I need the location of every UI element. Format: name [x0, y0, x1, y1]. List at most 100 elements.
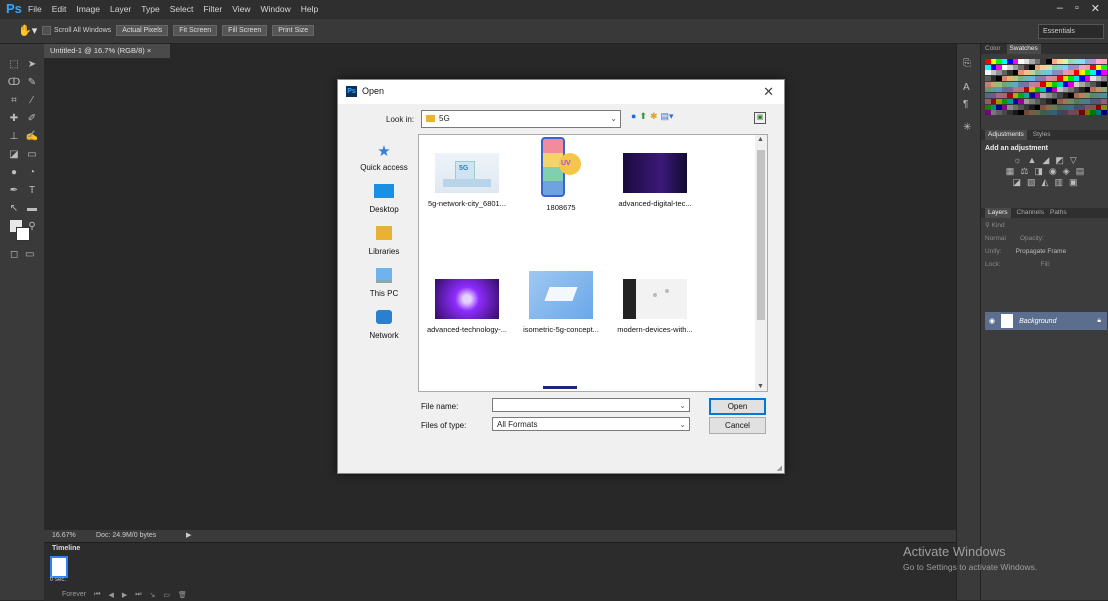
tab-color[interactable]: Color [985, 44, 1001, 54]
new-folder-icon[interactable]: ✱ [650, 111, 658, 122]
place-libraries[interactable]: Libraries [348, 226, 420, 256]
gradient-tool-icon[interactable]: ▭ [25, 148, 39, 162]
tab-paths[interactable]: Paths [1050, 208, 1067, 218]
minimize-button[interactable]: – [1057, 2, 1063, 15]
move-tool-icon[interactable]: ➤ [25, 58, 39, 72]
file-item[interactable]: advanced-digital-tec... [609, 153, 701, 208]
blend-mode-select[interactable]: Normal [985, 235, 1006, 242]
scroll-down-icon[interactable]: ▼ [757, 383, 764, 390]
brush-panel-icon[interactable]: ✳ [963, 122, 971, 133]
place-desktop[interactable]: Desktop [348, 184, 420, 214]
tab-styles[interactable]: Styles [1033, 130, 1051, 140]
quick-mask-icon[interactable]: ◻ [10, 249, 18, 260]
history-brush-tool-icon[interactable]: ✍ [25, 130, 39, 144]
scrollbar-thumb[interactable] [757, 150, 765, 320]
path-select-tool-icon[interactable]: ↖ [7, 202, 21, 216]
shape-tool-icon[interactable]: ▬ [25, 202, 39, 216]
tab-adjustments[interactable]: Adjustments [985, 130, 1027, 140]
pen-tool-icon[interactable]: ✒ [7, 184, 21, 198]
propagate-frame-checkbox[interactable]: Propagate Frame [1016, 248, 1067, 255]
eye-icon[interactable]: ◉ [989, 317, 995, 325]
posterize-icon[interactable]: ▧ [1027, 177, 1036, 188]
kind-select[interactable]: Kind [992, 222, 1005, 229]
fill-screen-button[interactable]: Fill Screen [222, 25, 268, 36]
cancel-button[interactable]: Cancel [709, 417, 766, 434]
tween-icon[interactable]: ↘ [150, 591, 156, 599]
up-folder-icon[interactable]: ⬆ [639, 111, 647, 122]
workspace-selector[interactable]: Essentials [1038, 24, 1104, 39]
actual-pixels-button[interactable]: Actual Pixels [116, 25, 169, 36]
crop-tool-icon[interactable]: ⌗ [7, 94, 21, 108]
history-panel-icon[interactable]: ⎘ [963, 58, 971, 69]
menu-image[interactable]: Image [76, 4, 100, 14]
healing-tool-icon[interactable]: ✚ [7, 112, 21, 126]
file-item[interactable]: isometric-5g-concept... [515, 271, 607, 334]
duplicate-frame-icon[interactable]: ▭ [163, 591, 170, 599]
swatch[interactable] [1101, 98, 1107, 104]
preview-toggle-icon[interactable]: ▣ [754, 112, 766, 124]
layer-name[interactable]: Background [1019, 318, 1056, 325]
swatch-grid[interactable] [985, 59, 1107, 116]
lasso-tool-icon[interactable]: ↀ [7, 76, 21, 90]
document-tab[interactable]: Untitled-1 @ 16.7% (RGB/8) × [44, 44, 170, 58]
brightness-icon[interactable]: ☼ [1013, 155, 1021, 166]
stamp-tool-icon[interactable]: ⊥ [7, 130, 21, 144]
prev-frame-icon[interactable]: ◀ [108, 591, 113, 599]
resize-grip-icon[interactable]: ◢ [777, 464, 782, 472]
tab-layers[interactable]: Layers [985, 208, 1011, 218]
place-this-pc[interactable]: This PC [348, 268, 420, 298]
scroll-all-windows-checkbox[interactable]: Scroll All Windows [42, 26, 111, 35]
type-tool-icon[interactable]: T [25, 184, 39, 198]
hue-icon[interactable]: ▦ [1006, 166, 1015, 177]
dodge-tool-icon[interactable]: ◔ [25, 166, 39, 180]
swatch[interactable] [1101, 64, 1107, 70]
swatch[interactable] [1101, 70, 1107, 76]
fit-screen-button[interactable]: Fit Screen [173, 25, 218, 36]
screen-mode-icon[interactable]: ▭ [25, 249, 34, 260]
tab-channels[interactable]: Channels [1017, 208, 1044, 218]
blur-tool-icon[interactable]: ● [7, 166, 21, 180]
menu-view[interactable]: View [232, 4, 250, 14]
menu-edit[interactable]: Edit [52, 4, 67, 14]
swatch[interactable] [1101, 59, 1107, 64]
timeline-frame[interactable] [50, 556, 68, 578]
eraser-tool-icon[interactable]: ◪ [7, 148, 21, 162]
chevron-down-icon[interactable]: ⌄ [679, 399, 686, 413]
tab-swatches[interactable]: Swatches [1006, 44, 1041, 54]
file-list-scrollbar[interactable]: ▲ ▼ [755, 134, 768, 392]
look-in-select[interactable]: 5G ⌄ [421, 110, 621, 128]
menu-select[interactable]: Select [170, 4, 194, 14]
scroll-up-icon[interactable]: ▲ [757, 136, 764, 143]
menu-filter[interactable]: Filter [203, 4, 222, 14]
first-frame-icon[interactable]: ⏮ [94, 591, 100, 599]
eyedropper-tool-icon[interactable]: ⁄ [25, 94, 39, 108]
swatch[interactable] [1101, 76, 1107, 82]
paragraph-panel-icon[interactable]: ¶ [963, 99, 968, 110]
hand-tool-icon[interactable]: ✋▾ [18, 24, 37, 37]
loop-select[interactable]: Forever [62, 591, 86, 599]
background-color-swatch[interactable] [16, 227, 30, 241]
maximize-button[interactable]: ▫ [1075, 2, 1079, 15]
character-panel-icon[interactable]: A [963, 82, 970, 93]
print-size-button[interactable]: Print Size [272, 25, 315, 36]
swatch[interactable] [1101, 110, 1107, 116]
threshold-icon[interactable]: ◭ [1042, 177, 1049, 188]
levels-icon[interactable]: ▲ [1027, 155, 1036, 166]
swatch[interactable] [1101, 87, 1107, 93]
menu-window[interactable]: Window [260, 4, 290, 14]
close-icon[interactable]: ✕ [763, 84, 774, 100]
delete-frame-icon[interactable]: 🗑 [178, 591, 187, 599]
selective-color-icon[interactable]: ▣ [1069, 177, 1078, 188]
file-item[interactable]: modern-devices-with... [609, 279, 701, 334]
exposure-icon[interactable]: ◩ [1055, 155, 1064, 166]
brush-tool-icon[interactable]: ✐ [25, 112, 39, 126]
curves-icon[interactable]: ◢ [1042, 155, 1049, 166]
channel-mixer-icon[interactable]: ◈ [1063, 166, 1070, 177]
file-item[interactable]: 5G 5g-network-city_6801... [421, 153, 513, 208]
bw-icon[interactable]: ◨ [1034, 166, 1043, 177]
close-window-button[interactable]: ✕ [1091, 2, 1100, 15]
swatch[interactable] [1101, 104, 1107, 110]
next-frame-icon[interactable]: ⏭ [135, 591, 141, 599]
files-of-type-select[interactable]: All Formats ⌄ [492, 417, 690, 431]
layer-row-background[interactable]: ◉ Background 🔒︎ [985, 312, 1107, 330]
